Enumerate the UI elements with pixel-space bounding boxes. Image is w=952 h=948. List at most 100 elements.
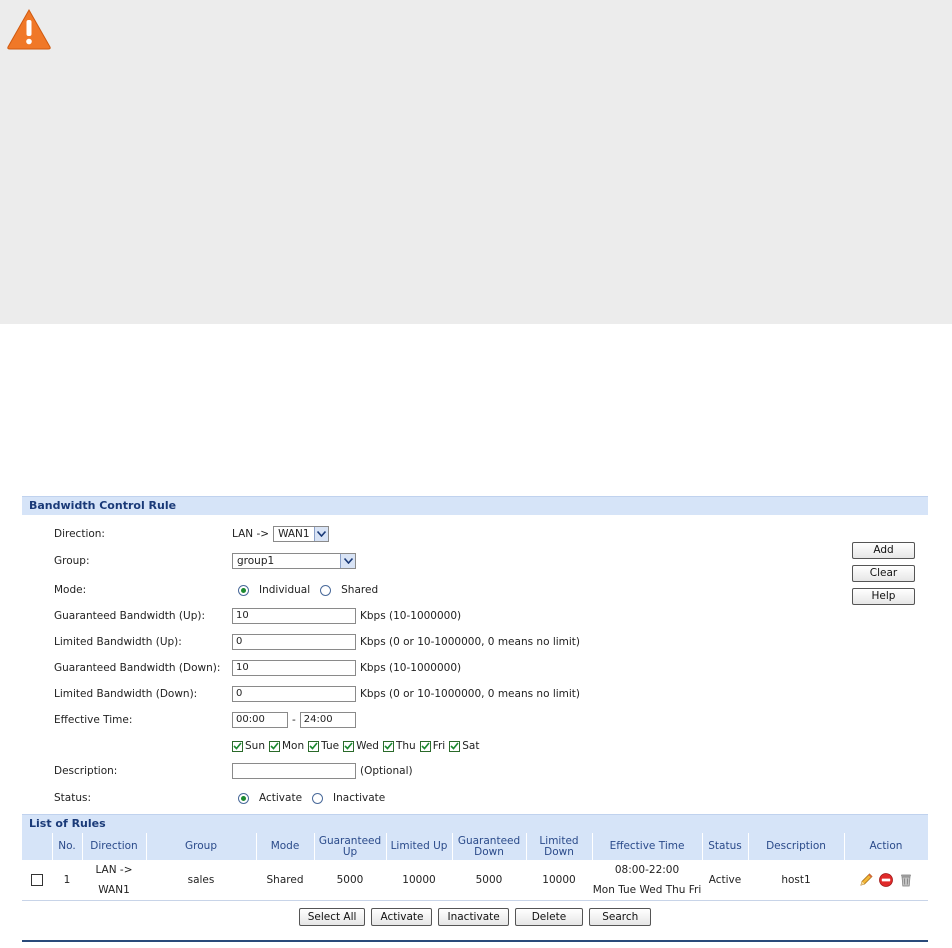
- day-fri-label: Fri: [432, 740, 446, 752]
- day-sat[interactable]: Sat: [445, 740, 479, 752]
- effective-time-row: Effective Time: 00:00 - 24:00: [54, 710, 356, 730]
- cell-mode: Shared: [256, 860, 314, 901]
- cell-effective-time: 08:00-22:00 Mon Tue Wed Thu Fri: [592, 860, 702, 901]
- activate-button[interactable]: Activate: [371, 908, 433, 926]
- header-guaranteed-up: Guaranteed Up: [314, 833, 387, 860]
- header-status: Status: [702, 833, 749, 860]
- mode-shared-radio[interactable]: [320, 584, 332, 596]
- mode-row: Mode: Individual Shared: [54, 580, 378, 600]
- day-thu[interactable]: Thu: [379, 740, 416, 752]
- guaranteed-up-label: Guaranteed Bandwidth (Up):: [54, 610, 205, 622]
- effective-time-end-input[interactable]: 24:00: [299, 712, 356, 728]
- direction-prefix: LAN ->: [232, 528, 270, 540]
- bottom-divider: [22, 940, 928, 942]
- day-sun[interactable]: Sun: [228, 740, 265, 752]
- add-button[interactable]: Add: [852, 542, 915, 559]
- header-direction: Direction: [82, 833, 147, 860]
- clear-button[interactable]: Clear: [852, 565, 915, 582]
- description-row: Description: (Optional): [54, 761, 413, 781]
- trash-icon[interactable]: [898, 872, 914, 888]
- day-tue[interactable]: Tue: [304, 740, 339, 752]
- search-button[interactable]: Search: [589, 908, 652, 926]
- description-hint: (Optional): [360, 765, 413, 777]
- guaranteed-up-input[interactable]: 10: [232, 608, 356, 624]
- help-button[interactable]: Help: [852, 588, 915, 605]
- check-icon: [343, 740, 355, 752]
- delete-button[interactable]: Delete: [514, 908, 584, 926]
- limited-down-label: Limited Bandwidth (Down):: [54, 688, 198, 700]
- cell-time-line2: Mon Tue Wed Thu Fri: [592, 884, 702, 896]
- direction-select[interactable]: WAN1: [273, 526, 330, 542]
- guaranteed-up-row: Guaranteed Bandwidth (Up): 10 Kbps (10-1…: [54, 606, 461, 626]
- status-row: Status: Activate Inactivate: [54, 788, 385, 808]
- cell-time-line1: 08:00-22:00: [614, 864, 680, 876]
- limited-up-label: Limited Bandwidth (Up):: [54, 636, 182, 648]
- days-row: Sun Mon Tue Wed Thu Fri Sat: [228, 736, 479, 756]
- header-guaranteed-down: Guaranteed Down: [452, 833, 527, 860]
- limited-down-input[interactable]: 0: [232, 686, 356, 702]
- guaranteed-down-hint: Kbps (10-1000000): [360, 662, 462, 674]
- chevron-down-icon: [340, 554, 355, 568]
- day-fri[interactable]: Fri: [416, 740, 446, 752]
- check-icon: [232, 740, 243, 752]
- stop-icon[interactable]: [878, 872, 894, 888]
- direction-row: Direction: LAN -> WAN1: [54, 524, 330, 544]
- header-select: [22, 833, 53, 860]
- header-limited-down: Limited Down: [526, 833, 593, 860]
- cell-limited-up: 10000: [386, 860, 452, 901]
- mode-label: Mode:: [54, 584, 87, 596]
- cell-description: host1: [748, 860, 844, 901]
- header-limited-up: Limited Up: [386, 833, 453, 860]
- rule-section-title: Bandwidth Control Rule: [22, 496, 928, 515]
- limited-down-row: Limited Bandwidth (Down): 0 Kbps (0 or 1…: [54, 684, 580, 704]
- status-label: Status:: [54, 792, 91, 804]
- day-wed-label: Wed: [356, 740, 379, 752]
- description-input[interactable]: [232, 763, 356, 779]
- effective-time-separator: -: [292, 714, 296, 726]
- pencil-icon[interactable]: [858, 872, 874, 888]
- check-icon: [449, 740, 461, 752]
- day-mon-label: Mon: [281, 740, 305, 752]
- effective-time-start-input[interactable]: 00:00: [232, 712, 288, 728]
- select-all-button[interactable]: Select All: [298, 908, 366, 926]
- limited-up-input[interactable]: 0: [232, 634, 356, 650]
- direction-label: Direction:: [54, 528, 105, 540]
- limited-down-hint: Kbps (0 or 10-1000000, 0 means no limit): [360, 688, 581, 700]
- header-no: No.: [52, 833, 83, 860]
- description-label: Description:: [54, 765, 118, 777]
- cell-status: Active: [702, 860, 748, 901]
- cell-direction-line1: LAN ->: [95, 864, 133, 876]
- cell-direction: LAN -> WAN1: [82, 860, 146, 901]
- guaranteed-down-label: Guaranteed Bandwidth (Down):: [54, 662, 221, 674]
- group-select[interactable]: group1: [232, 553, 356, 569]
- status-activate-radio[interactable]: [238, 792, 249, 804]
- cell-direction-line2: WAN1: [98, 884, 130, 896]
- cell-no: 1: [52, 860, 82, 901]
- note-area: [0, 0, 952, 324]
- day-wed[interactable]: Wed: [339, 740, 379, 752]
- header-effective-time: Effective Time: [592, 833, 703, 860]
- warning-icon: [7, 8, 51, 50]
- limited-up-row: Limited Bandwidth (Up): 0 Kbps (0 or 10-…: [54, 632, 580, 652]
- group-label: Group:: [54, 555, 90, 567]
- status-inactivate-radio[interactable]: [312, 792, 324, 804]
- day-tue-label: Tue: [321, 740, 340, 752]
- row-select-checkbox[interactable]: [31, 874, 43, 886]
- day-sun-label: Sun: [245, 740, 265, 752]
- rules-table: No. Direction Group Mode Guaranteed Up L…: [22, 833, 929, 901]
- inactivate-button[interactable]: Inactivate: [438, 908, 509, 926]
- table-row: 1 LAN -> WAN1 sales Shared 5000 10000 50…: [22, 860, 928, 901]
- check-icon: [308, 740, 320, 752]
- check-icon: [268, 740, 280, 752]
- cell-guaranteed-up: 5000: [314, 860, 386, 901]
- guaranteed-down-row: Guaranteed Bandwidth (Down): 10 Kbps (10…: [54, 658, 461, 678]
- cell-limited-down: 10000: [526, 860, 592, 901]
- status-activate-label: Activate: [259, 792, 303, 804]
- cell-guaranteed-down: 5000: [452, 860, 526, 901]
- mode-individual-radio[interactable]: [238, 584, 249, 596]
- limited-up-hint: Kbps (0 or 10-1000000, 0 means no limit): [360, 636, 581, 648]
- header-description: Description: [748, 833, 845, 860]
- rules-list-panel: List of Rules No. Direction Group Mode G…: [22, 814, 929, 926]
- day-mon[interactable]: Mon: [265, 740, 304, 752]
- guaranteed-down-input[interactable]: 10: [232, 660, 356, 676]
